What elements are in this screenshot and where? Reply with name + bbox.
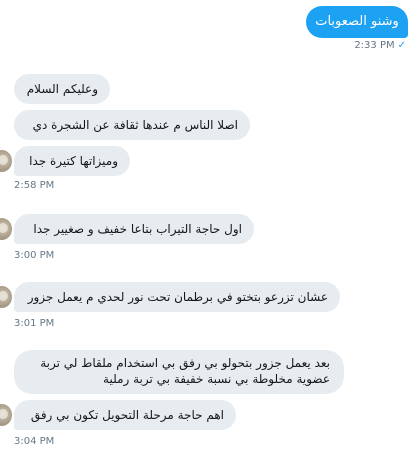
message-timestamp: 3:04 PM (14, 436, 55, 447)
received-message-bubble[interactable]: بعد يعمل جزور بتحولو بي رفق بي استخدام م… (14, 350, 344, 394)
contact-avatar[interactable] (0, 404, 12, 426)
received-message-bubble[interactable]: اصلا الناس م عندها ثقافة عن الشجرة دي (14, 110, 250, 140)
message-timestamp: 3:00 PM (14, 250, 55, 261)
sent-time: 2:33 PM (354, 40, 395, 51)
received-message-bubble[interactable]: عشان تزرعو بتختو في برطمان تحت نور لحدي … (14, 282, 340, 312)
received-message-bubble[interactable]: وعليكم السلام (14, 74, 110, 104)
sent-message-bubble[interactable]: وشنو الصعوبات (306, 6, 408, 38)
contact-avatar[interactable] (0, 150, 12, 172)
received-message-bubble[interactable]: اهم حاجة مرحلة التحويل تكون بي رفق (14, 400, 236, 430)
received-message-bubble[interactable]: وميزاتها كتيرة جدا (14, 146, 130, 176)
contact-avatar[interactable] (0, 286, 12, 308)
sent-message-timestamp: 2:33 PM ✓ (354, 40, 406, 51)
contact-avatar[interactable] (0, 218, 12, 240)
sent-check-icon: ✓ (397, 40, 406, 51)
message-timestamp: 2:58 PM (14, 180, 55, 191)
received-message-bubble[interactable]: اول حاجة التيراب بتاعا خفيف و صغيير جدا (14, 214, 254, 244)
message-timestamp: 3:01 PM (14, 318, 55, 329)
